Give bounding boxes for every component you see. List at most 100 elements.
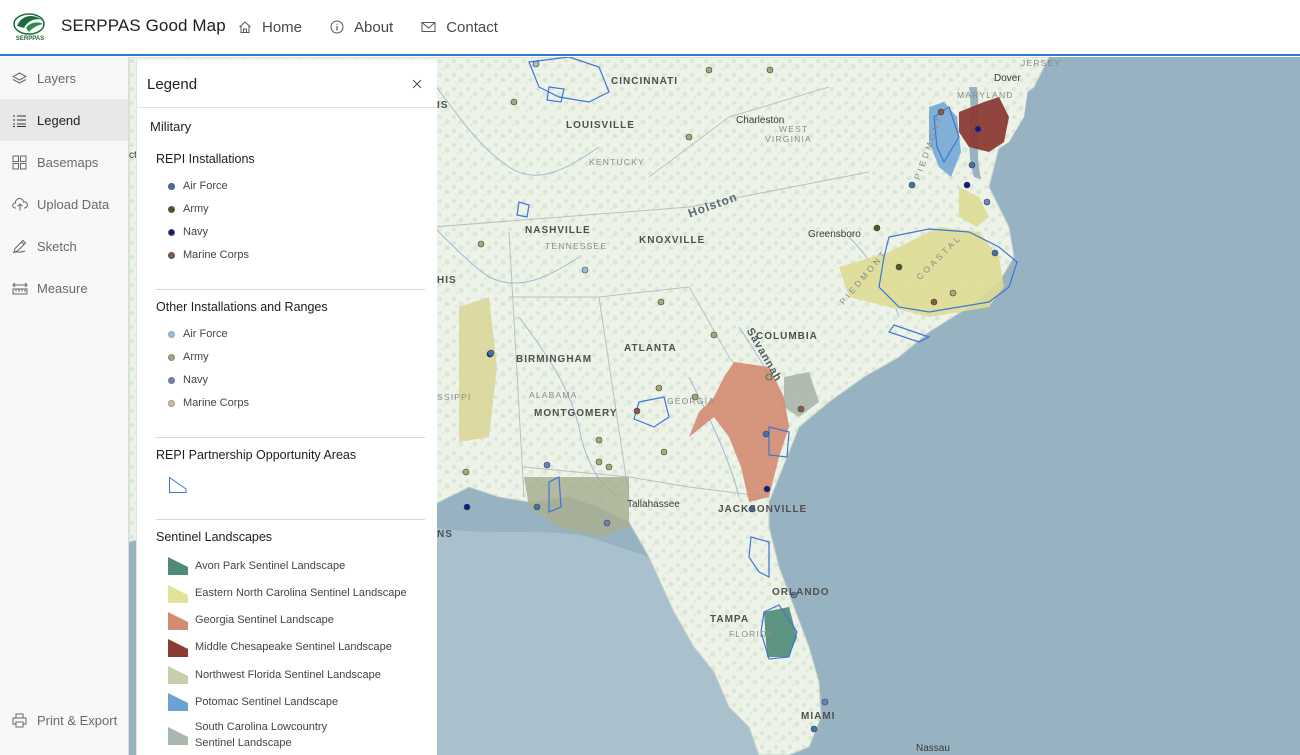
nav-home[interactable]: Home bbox=[238, 19, 302, 36]
legend-divider bbox=[156, 519, 425, 520]
map-label-charleston: Charleston bbox=[736, 115, 785, 126]
legend-item-repi-navy: Navy bbox=[168, 224, 208, 240]
sidebar-item-label: Legend bbox=[37, 112, 81, 128]
map-label-ssippi: SSIPPI bbox=[437, 392, 472, 402]
legend-section-sentinel: Sentinel Landscapes bbox=[156, 530, 273, 544]
map-label-ns: NS bbox=[437, 529, 453, 540]
map-label-greensboro: Greensboro bbox=[808, 229, 861, 240]
legend-item-label: Air Force bbox=[183, 180, 228, 192]
legend-item-label: Air Force bbox=[183, 328, 228, 340]
legend-dot-icon bbox=[168, 228, 175, 236]
print-export-button[interactable]: Print & Export bbox=[0, 699, 128, 741]
sidebar-item-sketch[interactable]: Sketch bbox=[0, 225, 128, 267]
map-label-jacksonville: JACKSONVILLE bbox=[718, 504, 808, 515]
legend-item-repi-marine-corps: Marine Corps bbox=[168, 247, 249, 263]
map-label-knoxville: KNOXVILLE bbox=[639, 235, 706, 246]
app-header: SERPPAS SERPPAS Good Map Home About Cont… bbox=[0, 0, 1300, 56]
map-label-atlanta: ATLANTA bbox=[624, 343, 677, 354]
legend-dot-icon bbox=[168, 251, 175, 259]
legend-item-sc-lowcountry: South Carolina Lowcountry Sentinel Lands… bbox=[195, 721, 328, 749]
nav-contact-label: Contact bbox=[446, 18, 498, 36]
legend-section-repi-areas: REPI Partnership Opportunity Areas bbox=[156, 448, 357, 462]
legend-dot-icon bbox=[168, 376, 175, 384]
legend-item-other-air-force: Air Force bbox=[168, 326, 228, 342]
map-label-tallahassee: Tallahassee bbox=[627, 499, 680, 510]
layers-icon bbox=[12, 71, 27, 84]
map-label-nashville: NASHVILLE bbox=[525, 225, 591, 236]
close-icon[interactable] bbox=[411, 78, 423, 90]
legend-item-repi-army: Army bbox=[168, 201, 209, 217]
legend-dot-icon bbox=[168, 399, 175, 407]
map-label-montgomery: MONTGOMERY bbox=[534, 408, 618, 419]
swatch-avon-park-icon bbox=[168, 557, 188, 575]
sidebar-item-label: Measure bbox=[37, 280, 88, 296]
legend-item-other-army: Army bbox=[168, 349, 209, 365]
print-export-label: Print & Export bbox=[37, 712, 118, 728]
logo-text: SERPPAS bbox=[16, 36, 44, 42]
legend-panel: Legend Military REPI Installations Air F… bbox=[136, 60, 437, 755]
legend-dot-icon bbox=[168, 182, 175, 190]
polygon-outline-icon bbox=[169, 476, 187, 493]
nav-contact[interactable]: Contact bbox=[421, 19, 498, 36]
map-label-georgia: GEORGIA bbox=[667, 396, 716, 406]
sidebar-item-legend[interactable]: Legend bbox=[0, 99, 128, 141]
legend-item-northwest-florida: Northwest Florida Sentinel Landscape bbox=[195, 669, 381, 681]
sidebar-item-label: Upload Data bbox=[37, 196, 110, 212]
nav-about[interactable]: About bbox=[330, 19, 393, 36]
sidebar-item-upload-data[interactable]: Upload Data bbox=[0, 183, 128, 225]
map-label-is: IS bbox=[437, 100, 449, 111]
legend-section-other-installations: Other Installations and Ranges bbox=[156, 300, 328, 314]
measure-icon bbox=[12, 282, 28, 294]
nav-home-label: Home bbox=[262, 18, 303, 36]
legend-item-label: Army bbox=[183, 203, 209, 215]
top-nav: Home About Contact bbox=[238, 0, 526, 54]
map-label-west: WEST bbox=[779, 124, 809, 134]
sidebar-rail: Layers Legend Basemaps Upload Data Sketc… bbox=[0, 57, 129, 755]
legend-dot-icon bbox=[168, 205, 175, 213]
map-label-kentucky: KENTUCKY bbox=[589, 157, 645, 167]
map-label-nassau: Nassau bbox=[916, 743, 950, 754]
swatch-sc-lowcountry-icon bbox=[168, 727, 188, 745]
legend-item-avon-park: Avon Park Sentinel Landscape bbox=[195, 560, 346, 572]
legend-item-repi-air-force: Air Force bbox=[168, 178, 228, 194]
map-label-birmingham: BIRMINGHAM bbox=[516, 354, 593, 365]
map-label-tampa: TAMPA bbox=[710, 614, 750, 625]
swatch-eastern-nc-icon bbox=[168, 585, 188, 603]
legend-item-label: Army bbox=[183, 351, 209, 363]
map-label-alabama: ALABAMA bbox=[529, 390, 578, 400]
map-label-miami: MIAMI bbox=[801, 711, 836, 722]
legend-section-repi-installations: REPI Installations bbox=[156, 152, 255, 166]
legend-title: Legend bbox=[147, 76, 198, 93]
map-label-florida: FLORIDA bbox=[729, 629, 775, 639]
map-label-dover: Dover bbox=[994, 73, 1021, 84]
app-title: SERPPAS Good Map bbox=[61, 16, 226, 35]
map-label-tennessee: TENNESSEE bbox=[545, 241, 608, 251]
sidebar-item-label: Sketch bbox=[37, 238, 77, 254]
legend-item-label: Marine Corps bbox=[183, 249, 250, 261]
upload-icon bbox=[12, 197, 28, 210]
legend-item-middle-chesapeake: Middle Chesapeake Sentinel Landscape bbox=[195, 641, 392, 653]
info-icon bbox=[330, 20, 344, 34]
sidebar-item-layers[interactable]: Layers bbox=[0, 57, 128, 99]
legend-item-label: Marine Corps bbox=[183, 397, 250, 409]
legend-item-eastern-nc: Eastern North Carolina Sentinel Landscap… bbox=[195, 587, 407, 599]
map-label-cincinnati: CINCINNATI bbox=[611, 76, 679, 87]
sidebar-item-basemaps[interactable]: Basemaps bbox=[0, 141, 128, 183]
sidebar-item-measure[interactable]: Measure bbox=[0, 267, 128, 309]
print-icon bbox=[12, 713, 27, 727]
legend-divider bbox=[156, 289, 425, 290]
nav-about-label: About bbox=[354, 18, 394, 36]
legend-item-georgia: Georgia Sentinel Landscape bbox=[195, 614, 334, 626]
serppas-logo[interactable]: SERPPAS bbox=[12, 12, 48, 42]
basemap-icon bbox=[12, 155, 27, 169]
map-label-louisville: LOUISVILLE bbox=[566, 120, 635, 131]
legend-divider bbox=[156, 437, 425, 438]
swatch-northwest-florida-icon bbox=[168, 666, 188, 684]
legend-icon bbox=[13, 114, 26, 127]
sidebar-item-label: Layers bbox=[37, 70, 77, 86]
map-label-his: HIS bbox=[437, 275, 457, 286]
legend-dot-icon bbox=[168, 330, 175, 338]
legend-item-other-navy: Navy bbox=[168, 372, 208, 388]
legend-item-label: Navy bbox=[183, 374, 209, 386]
swatch-middle-chesapeake-icon bbox=[168, 639, 188, 657]
